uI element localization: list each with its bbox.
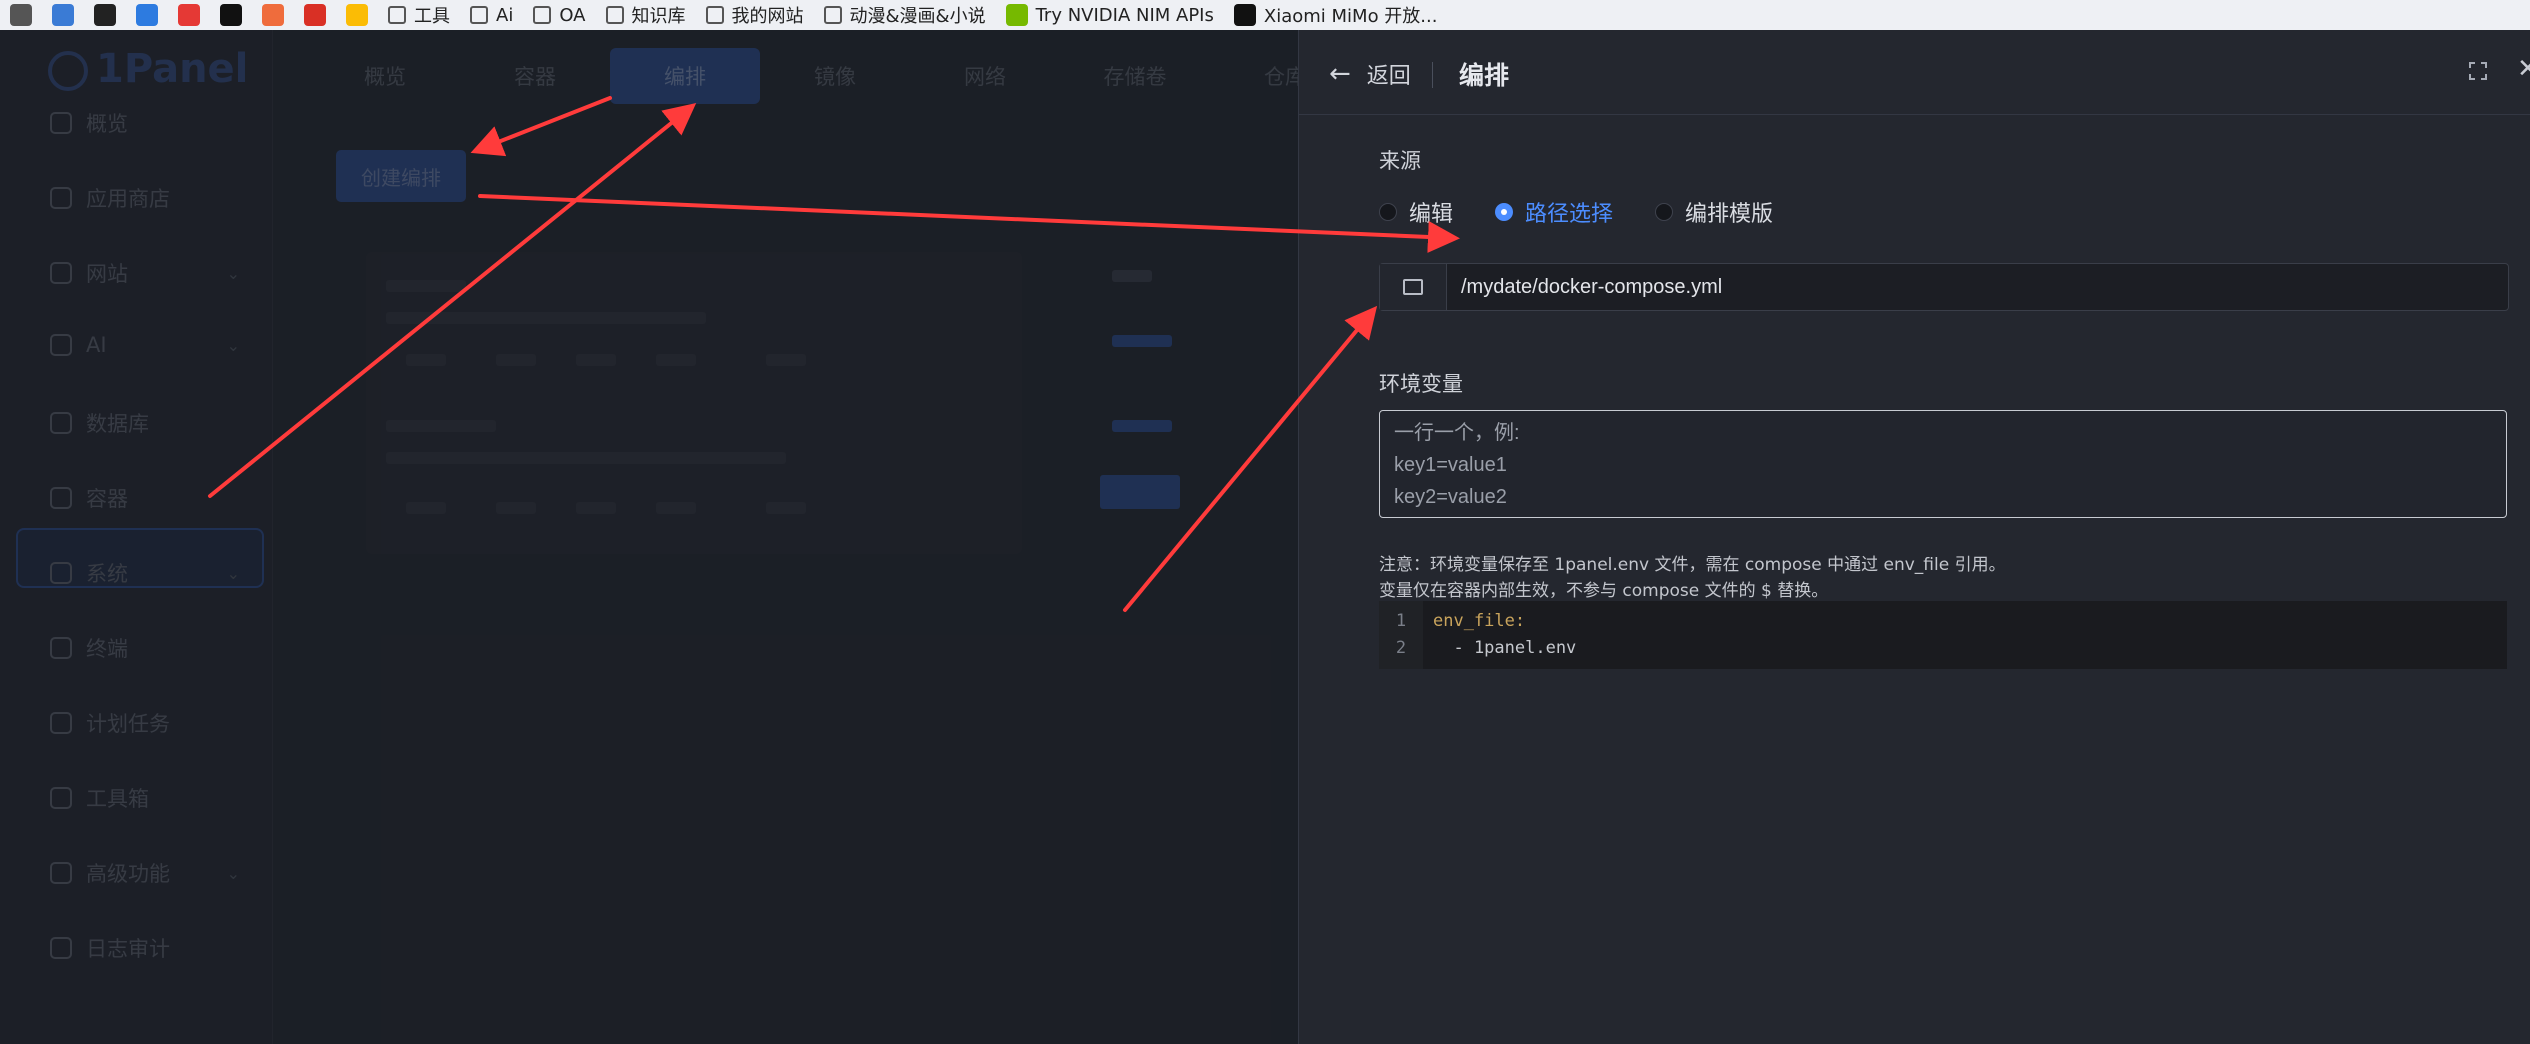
bookmarks-bar: 工具 Ai OA 知识库 我的网站 动漫&漫画&小说 Try NVIDIA NIM APIs…	[0, 0, 2530, 30]
env-label: 环境变量	[1379, 372, 1463, 396]
arrow-left-icon: ←	[1329, 59, 1351, 89]
fullscreen-icon[interactable]	[2469, 62, 2487, 80]
bookmark-item[interactable]: 工具	[388, 2, 470, 28]
bookmark-item[interactable]	[262, 4, 304, 26]
bookmark-item[interactable]	[0, 4, 52, 26]
compose-drawer: ← 返回 编排 ✕ 来源 编辑 路径选择 编排模版 环境变量 一行一个，例: key…	[1298, 30, 2530, 1044]
bookmark-label: 动漫&漫画&小说	[849, 6, 986, 27]
back-button[interactable]: ← 返回	[1329, 58, 1411, 90]
radio-label: 路径选择	[1525, 202, 1614, 227]
bookmark-item[interactable]: 知识库	[605, 2, 706, 28]
folder-icon	[470, 6, 488, 24]
radio-dot	[1655, 203, 1674, 221]
bookmark-icon	[1233, 4, 1256, 26]
bookmark-item[interactable]	[220, 4, 262, 26]
path-input[interactable]	[1447, 264, 2508, 310]
bookmark-item[interactable]	[52, 4, 94, 26]
path-field	[1379, 263, 2509, 311]
folder-icon	[388, 6, 406, 24]
radio-label: 编排模版	[1685, 202, 1774, 227]
bookmark-item[interactable]	[136, 4, 178, 26]
bookmark-item[interactable]	[304, 4, 346, 26]
bookmark-icon	[220, 4, 242, 26]
bookmark-icon	[178, 4, 200, 26]
folder-icon	[605, 6, 624, 24]
folder-icon	[533, 6, 552, 24]
folder-icon	[705, 6, 724, 24]
bookmark-icon	[10, 4, 32, 26]
drawer-header: ← 返回 编排 ✕	[1299, 30, 2530, 115]
folder-icon	[823, 6, 842, 24]
bookmark-icon	[52, 4, 74, 26]
bookmark-icon	[304, 4, 326, 26]
bookmark-item[interactable]	[178, 4, 220, 26]
bookmark-item[interactable]	[94, 4, 136, 26]
bookmark-item[interactable]	[346, 4, 388, 26]
bookmark-label: 知识库	[631, 6, 686, 27]
bookmark-item[interactable]: 动漫&漫画&小说	[823, 2, 1006, 28]
bookmark-item[interactable]: Try NVIDIA NIM APIs	[1005, 4, 1234, 26]
code-block: 1 env_file: 2 - 1panel.env	[1379, 601, 2507, 669]
note-line-1: 注意：环境变量保存至 1panel.env 文件，需在 compose 中通过 …	[1379, 555, 2006, 575]
app-background: 1Panel 概览 应用商店 网站 ⌄ AI ⌄ 数据库 容器 系统 ⌄ 终端 计划任务 工具箱 高级功能…	[0, 30, 1298, 1044]
source-radio[interactable]: 编排模版	[1655, 196, 1773, 228]
radio-dot	[1495, 203, 1514, 221]
code-line: 1 env_file:	[1379, 607, 1525, 634]
bookmark-label: Ai	[496, 4, 514, 26]
bookmark-label: OA	[559, 4, 586, 26]
drawer-title: 编排	[1459, 61, 1510, 90]
env-textarea[interactable]: 一行一个，例: key1=value1 key2=value2	[1379, 410, 2507, 518]
source-radio-group: 编辑 路径选择 编排模版	[1379, 196, 1773, 228]
bookmark-icon	[136, 4, 158, 26]
source-label: 来源	[1379, 149, 1421, 173]
radio-label: 编辑	[1409, 202, 1454, 227]
radio-dot	[1379, 203, 1397, 221]
folder-icon	[1403, 279, 1423, 295]
back-label: 返回	[1366, 64, 1411, 89]
source-radio[interactable]: 路径选择	[1495, 196, 1613, 228]
code-line: 2 - 1panel.env	[1379, 634, 1576, 661]
source-radio[interactable]: 编辑	[1379, 196, 1453, 228]
bookmark-icon	[346, 4, 368, 26]
bookmark-icon	[262, 4, 284, 26]
bookmark-item[interactable]: OA	[533, 5, 605, 26]
bookmark-icon	[94, 4, 116, 26]
header-divider	[1432, 62, 1433, 88]
close-icon[interactable]: ✕	[2517, 54, 2530, 84]
note-line-2: 变量仅在容器内部生效，不参与 compose 文件的 $ 替换。	[1379, 581, 1829, 601]
bookmark-icon	[1005, 4, 1028, 26]
bookmark-label: Try NVIDIA NIM APIs	[1035, 4, 1214, 26]
bookmark-item[interactable]: 我的网站	[705, 2, 824, 28]
bookmark-item[interactable]: Ai	[470, 5, 533, 26]
folder-select-button[interactable]	[1380, 264, 1447, 310]
bookmark-label: Xiaomi MiMo 开放...	[1263, 6, 1438, 27]
bookmark-label: 我的网站	[731, 6, 804, 27]
bookmark-label: 工具	[414, 6, 450, 27]
modal-overlay[interactable]	[0, 30, 1298, 1044]
bookmark-item[interactable]: Xiaomi MiMo 开放...	[1233, 2, 1458, 28]
